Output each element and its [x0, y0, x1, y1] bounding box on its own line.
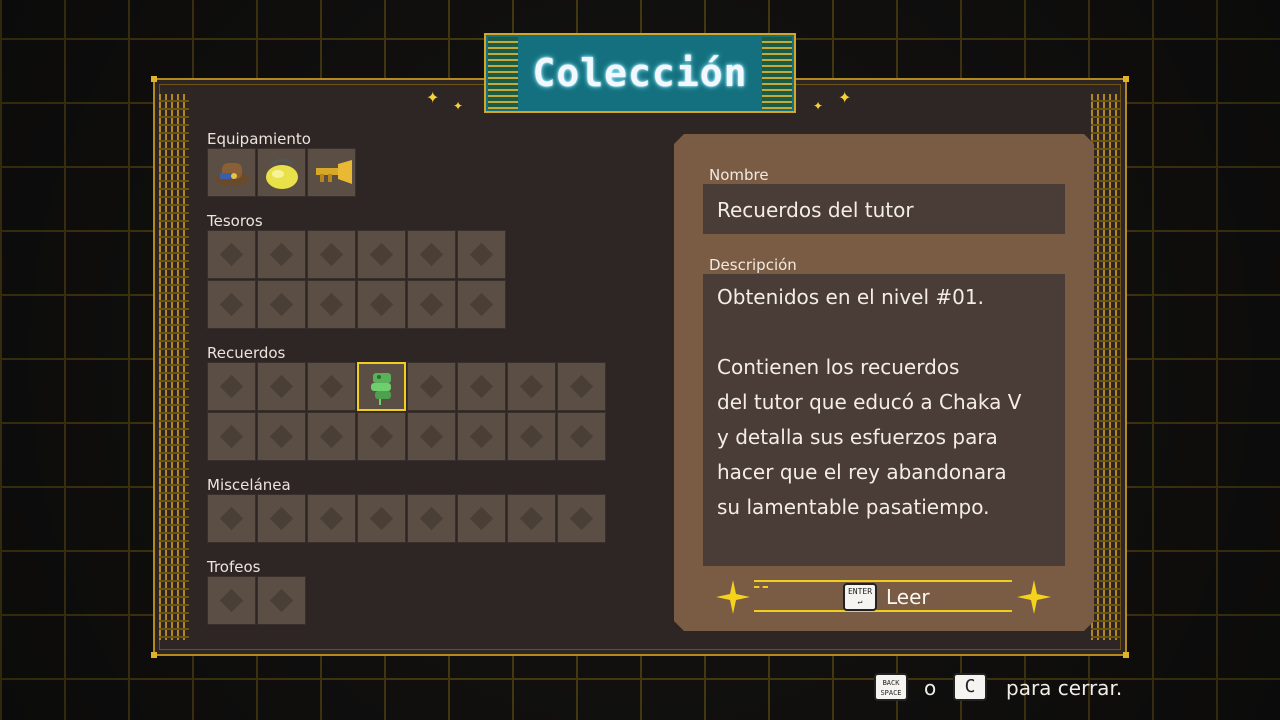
empty-slot[interactable] [407, 362, 456, 411]
empty-slot[interactable] [357, 412, 406, 461]
description-line: del tutor que educó a Chaka V [717, 390, 1022, 414]
trophies-grid [207, 576, 306, 625]
empty-slot[interactable] [307, 412, 356, 461]
description-line [717, 319, 1051, 354]
selected-slot[interactable] [357, 362, 406, 411]
memories-grid [207, 362, 606, 461]
empty-slot[interactable] [257, 494, 306, 543]
trumpet-icon [308, 149, 355, 196]
backspace-key-label: BACK SPACE [880, 679, 902, 697]
section-label-equipment: Equipamiento [207, 130, 311, 148]
c-key-icon: C [953, 673, 987, 701]
backspace-key-icon: BACK SPACE [874, 673, 908, 701]
description-line: y detalla sus esfuerzos para [717, 425, 998, 449]
or-text: o [924, 676, 937, 700]
sparkle-icon: ✦ [426, 88, 440, 107]
enter-key-icon: ENTER ↵ [843, 583, 877, 611]
empty-slot[interactable] [307, 362, 356, 411]
empty-slot[interactable] [307, 230, 356, 279]
description-line: su lamentable pasatiempo. [717, 495, 990, 519]
empty-slot[interactable] [307, 494, 356, 543]
empty-slot[interactable] [557, 494, 606, 543]
empty-slot[interactable] [407, 230, 456, 279]
empty-slot[interactable] [457, 230, 506, 279]
misc-grid [207, 494, 606, 543]
left-ornament [159, 94, 189, 640]
sparkle-icon: ✦ [838, 88, 852, 107]
treasures-grid [207, 230, 506, 329]
empty-slot[interactable] [207, 230, 256, 279]
equipment-slot[interactable] [207, 148, 256, 197]
empty-slot[interactable] [457, 494, 506, 543]
empty-slot[interactable] [407, 280, 456, 329]
sparkle-icon [716, 580, 750, 614]
description-line: Contienen los recuerdos [717, 355, 960, 379]
empty-slot[interactable] [357, 280, 406, 329]
hat-icon [208, 149, 255, 196]
empty-slot[interactable] [457, 280, 506, 329]
scroll-memory-icon [359, 364, 404, 409]
empty-slot[interactable] [457, 362, 506, 411]
sparkle-icon [1017, 580, 1051, 614]
empty-slot[interactable] [357, 494, 406, 543]
empty-slot[interactable] [557, 412, 606, 461]
empty-slot[interactable] [207, 412, 256, 461]
item-name: Recuerdos del tutor [703, 184, 1065, 234]
section-label-memories: Recuerdos [207, 344, 286, 362]
empty-slot[interactable] [257, 280, 306, 329]
empty-slot[interactable] [257, 230, 306, 279]
empty-slot[interactable] [207, 280, 256, 329]
empty-slot[interactable] [207, 494, 256, 543]
title-plaque: Colección [484, 33, 796, 113]
empty-slot[interactable] [457, 412, 506, 461]
description-line: hacer que el rey abandonara [717, 460, 1007, 484]
empty-slot[interactable] [257, 576, 306, 625]
section-label-treasures: Tesoros [207, 212, 263, 230]
sparkle-icon: ✦ [813, 99, 824, 113]
empty-slot[interactable] [207, 576, 256, 625]
sparkle-icon: ✦ [453, 99, 464, 113]
read-label: Leer [886, 585, 930, 609]
equipment-slot[interactable] [307, 148, 356, 197]
empty-slot[interactable] [257, 412, 306, 461]
description-label: Descripción [709, 256, 797, 274]
c-key-label: C [964, 676, 976, 697]
empty-slot[interactable] [507, 412, 556, 461]
empty-slot[interactable] [357, 230, 406, 279]
empty-slot[interactable] [507, 362, 556, 411]
empty-slot[interactable] [257, 362, 306, 411]
equipment-slot[interactable] [257, 148, 306, 197]
empty-slot[interactable] [407, 494, 456, 543]
item-description: Obtenidos en el nivel #01. Contienen los… [703, 274, 1065, 566]
empty-slot[interactable] [557, 362, 606, 411]
section-label-trophies: Trofeos [207, 558, 261, 576]
empty-slot[interactable] [307, 280, 356, 329]
section-label-misc: Miscelánea [207, 476, 291, 494]
equipment-grid [207, 148, 356, 197]
close-hint: para cerrar. [1006, 676, 1123, 700]
page-title: Colección [532, 51, 748, 95]
empty-slot[interactable] [407, 412, 456, 461]
enter-key-label: ENTER [847, 587, 873, 596]
empty-slot[interactable] [207, 362, 256, 411]
empty-slot[interactable] [507, 494, 556, 543]
read-button[interactable] [754, 580, 1012, 612]
name-label: Nombre [709, 166, 769, 184]
description-line: Obtenidos en el nivel #01. [717, 285, 984, 309]
right-ornament [1091, 94, 1121, 640]
bag-icon [258, 149, 305, 196]
